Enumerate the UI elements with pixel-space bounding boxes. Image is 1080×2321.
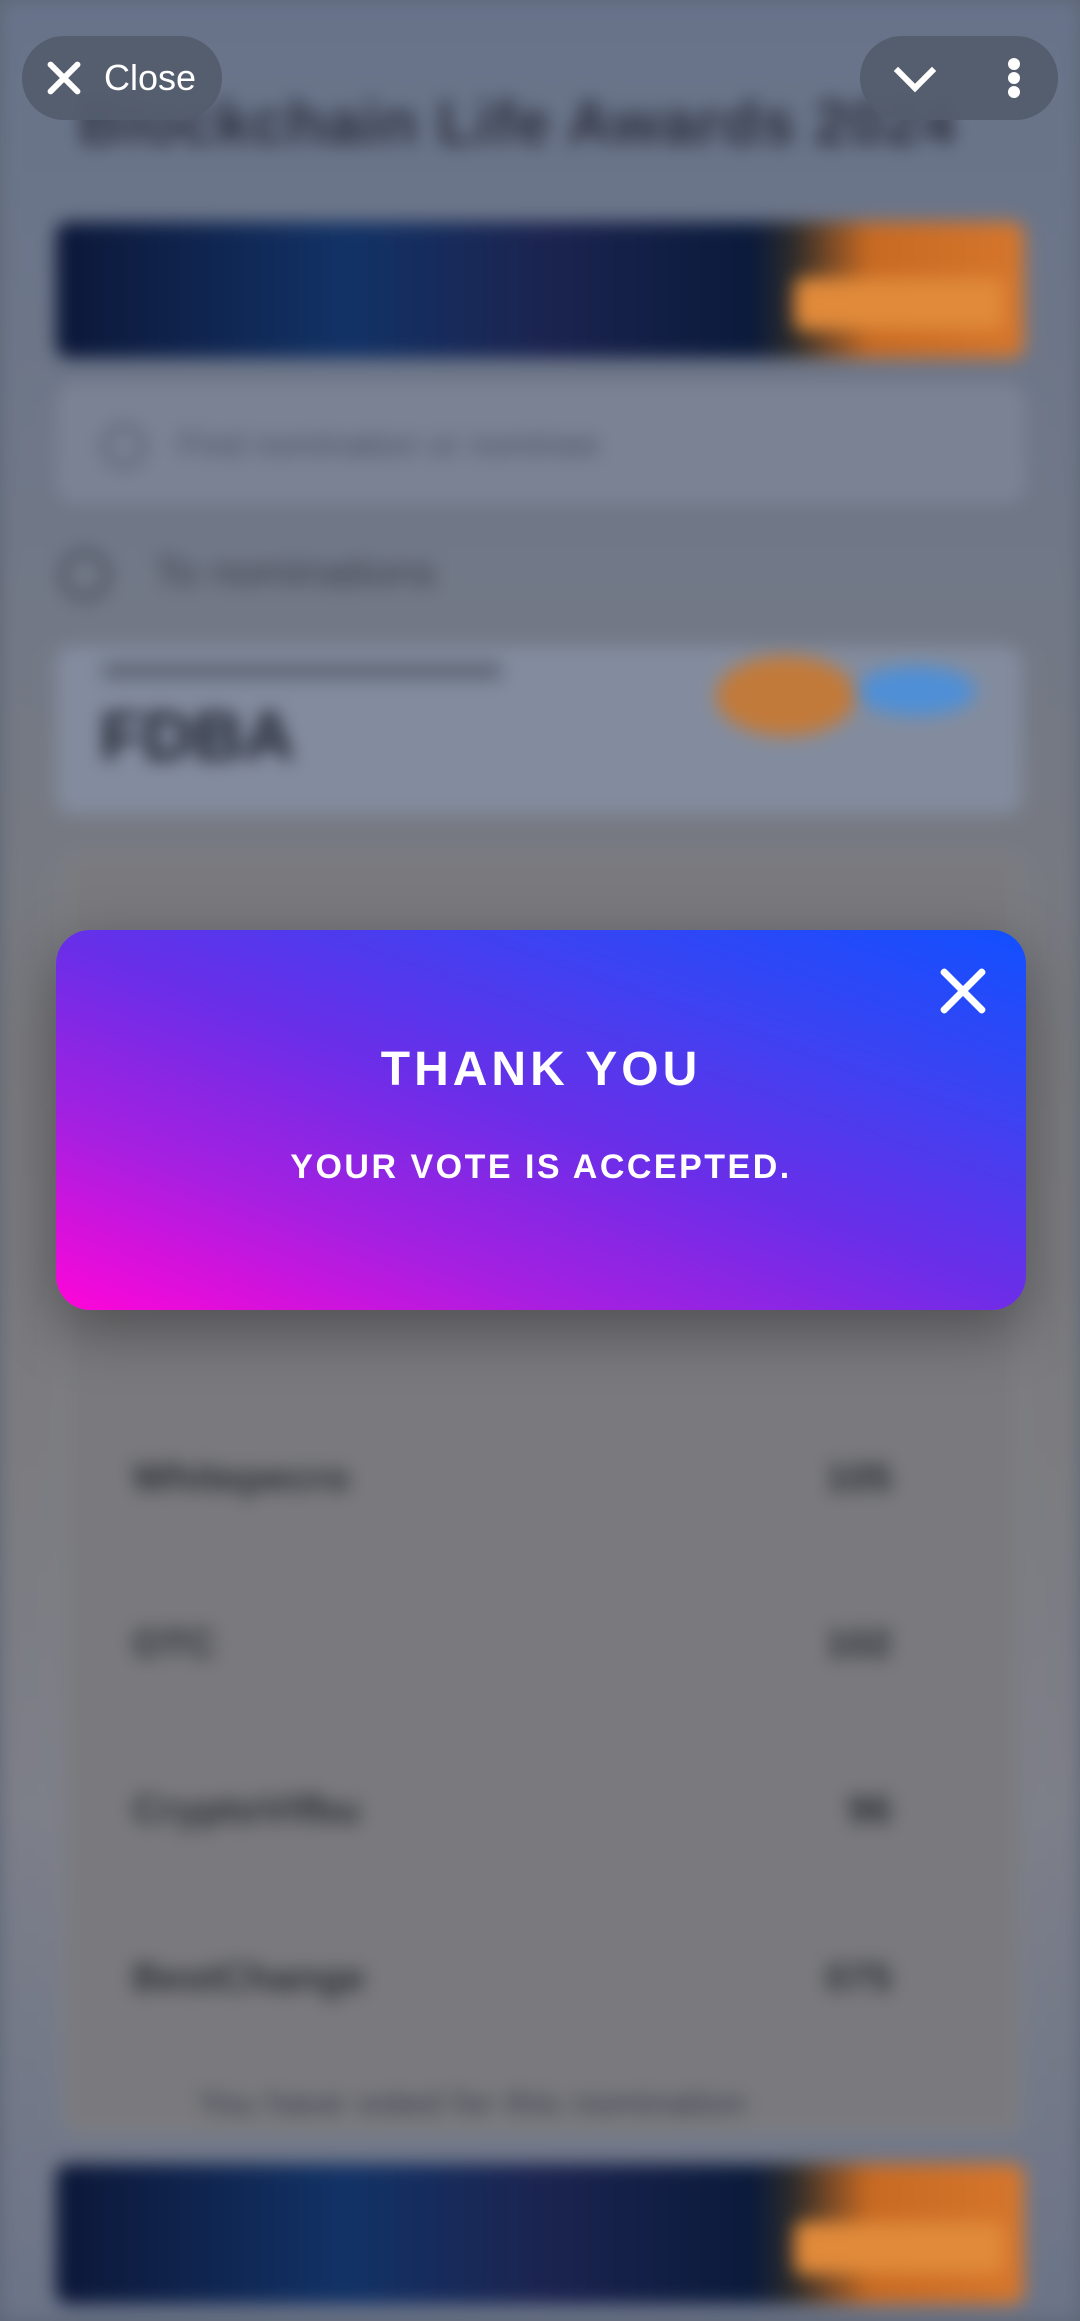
back-arrow-icon — [60, 549, 110, 600]
minimize-button[interactable] — [880, 36, 954, 120]
back-label: To nominations — [154, 548, 437, 595]
close-icon — [933, 961, 993, 1021]
dot — [1008, 72, 1020, 84]
list-item: CryptoVifbu 96 — [132, 1788, 892, 1848]
nominee-name: Whitepecro — [132, 1456, 350, 1500]
modal-close-button[interactable] — [938, 966, 988, 1016]
modal-title: THANK YOU — [380, 1043, 702, 1096]
list-item: Whitepecro 105 — [132, 1456, 892, 1516]
dot — [1008, 58, 1020, 70]
more-options-button[interactable] — [990, 36, 1040, 120]
browser-actions — [860, 36, 1058, 120]
search-icon — [102, 424, 146, 468]
close-button[interactable]: Close — [22, 36, 222, 120]
chevron-down-icon — [893, 49, 937, 93]
nominee-votes: 96 — [847, 1788, 893, 1832]
top-ad-banner — [56, 222, 1024, 358]
nominee-votes: 075 — [825, 1956, 892, 2000]
bottom-ad-banner — [56, 2164, 1024, 2304]
back-to-nominations: To nominations — [60, 548, 437, 600]
card-decoration — [856, 666, 976, 716]
nomination-subtitle — [102, 662, 502, 680]
nominee-name: BestChange — [132, 1956, 366, 2000]
list-item: BestChange 075 — [132, 1956, 892, 2016]
card-decoration — [716, 656, 856, 736]
nominee-votes: 105 — [825, 1456, 892, 1500]
nomination-name: FDBA — [100, 697, 295, 775]
close-icon — [42, 56, 86, 100]
dot — [1008, 86, 1020, 98]
nominee-votes: 102 — [825, 1622, 892, 1666]
nominee-name: CryptoVifbu — [132, 1788, 361, 1832]
nominee-name: OTC — [132, 1622, 217, 1666]
voted-footnote: You have voted for this nomination — [196, 2082, 748, 2123]
nomination-card: FDBA — [56, 646, 1022, 814]
search-placeholder: Find nomination or nominee — [178, 426, 600, 464]
banner-cta — [794, 2222, 1004, 2274]
banner-cta — [794, 277, 1004, 330]
modal-message: YOUR VOTE IS ACCEPTED. — [290, 1148, 792, 1186]
list-item: OTC 102 — [132, 1622, 892, 1682]
vote-accepted-modal: THANK YOU YOUR VOTE IS ACCEPTED. — [56, 930, 1026, 1310]
search-box: Find nomination or nominee — [60, 386, 1022, 500]
close-button-label: Close — [104, 57, 197, 98]
